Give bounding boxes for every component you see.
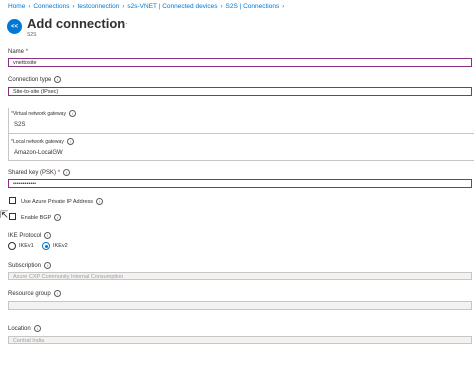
- connection-type-select[interactable]: Site-to-site (IPsec): [8, 87, 472, 96]
- info-icon[interactable]: i: [44, 232, 52, 239]
- chevron-right-icon: ›: [220, 4, 223, 10]
- info-icon[interactable]: i: [68, 110, 76, 117]
- shared-key-label: Shared key (PSK) * i: [8, 169, 71, 177]
- virtual-network-gateway-label-text: Virtual network gateway: [12, 110, 66, 117]
- virtual-network-gateway-label: *Virtual network gateway i: [11, 110, 76, 117]
- virtual-network-gateway-value[interactable]: S2S: [14, 122, 25, 128]
- gateway-group-border: [8, 108, 9, 160]
- info-icon[interactable]: i: [66, 138, 74, 145]
- enable-bgp-checkbox[interactable]: [9, 213, 16, 220]
- info-icon[interactable]: i: [33, 325, 41, 332]
- chevron-right-icon: ›: [28, 4, 31, 10]
- breadcrumb-connections[interactable]: Connections: [33, 3, 69, 10]
- info-icon[interactable]: i: [96, 198, 104, 205]
- breadcrumb-home[interactable]: Home: [8, 3, 25, 10]
- resource-group-label: Resource group i: [8, 290, 61, 297]
- ike-protocol-label-text: IKE Protocol: [8, 233, 42, 240]
- local-network-gateway-label: *Local network gateway i: [11, 138, 74, 145]
- breadcrumb: Home › Connections › testconnection › s2s-VNET…: [8, 3, 287, 10]
- ikev2-radio[interactable]: [42, 242, 50, 250]
- page-title: Add connection: [27, 16, 126, 31]
- ikev2-label: IKEv2: [53, 243, 68, 249]
- divider: [8, 133, 474, 134]
- breadcrumb-connected-devices[interactable]: s2s-VNET | Connected devices: [127, 3, 217, 10]
- location-label-text: Location: [8, 326, 31, 333]
- info-icon[interactable]: i: [63, 169, 71, 176]
- enable-bgp-label-text: Enable BGP: [21, 214, 52, 221]
- connection-icon-glyph: <<: [10, 23, 18, 30]
- connection-type-label: Connection type i: [8, 76, 62, 84]
- use-private-ip-label-text: Use Azure Private IP Address: [21, 198, 94, 205]
- required-marker: *: [25, 49, 29, 55]
- breadcrumb-testconnection[interactable]: testconnection: [77, 3, 119, 10]
- info-icon[interactable]: i: [44, 262, 52, 269]
- ike-protocol-label: IKE Protocol i: [8, 232, 52, 240]
- connection-icon: <<: [7, 19, 22, 34]
- shared-key-input[interactable]: ••••••••••••: [8, 179, 472, 188]
- page-subtitle: S2S: [27, 32, 37, 38]
- required-marker: *: [57, 170, 61, 177]
- ikev1-radio[interactable]: [8, 242, 16, 250]
- info-icon[interactable]: i: [54, 214, 62, 221]
- resource-group-label-text: Resource group: [8, 291, 51, 298]
- ikev1-label: IKEv1: [19, 243, 34, 249]
- enable-bgp-label: Enable BGP i: [21, 214, 62, 221]
- subscription-select[interactable]: Azure CXP Community Internal Consumption: [8, 272, 472, 280]
- resource-group-select[interactable]: [8, 301, 472, 310]
- divider: [8, 160, 474, 161]
- local-network-gateway-label-text: Local network gateway: [12, 138, 64, 145]
- use-private-ip-checkbox[interactable]: [9, 197, 16, 204]
- use-private-ip-label: Use Azure Private IP Address i: [21, 198, 104, 205]
- location-select[interactable]: Central India: [8, 336, 472, 344]
- shared-key-label-text: Shared key (PSK): [8, 170, 57, 177]
- mouse-cursor-icon: ⇱: [0, 210, 9, 221]
- more-options-icon[interactable]: ...: [119, 17, 129, 26]
- chevron-right-icon: ›: [282, 4, 285, 10]
- name-input[interactable]: vnettosite: [8, 58, 472, 67]
- info-icon[interactable]: i: [53, 290, 61, 297]
- name-label: Name *: [8, 49, 28, 55]
- local-network-gateway-value[interactable]: Amazon-LocalGW: [14, 150, 63, 156]
- subscription-label-text: Subscription: [8, 263, 42, 270]
- subscription-label: Subscription i: [8, 262, 52, 270]
- chevron-right-icon: ›: [122, 4, 125, 10]
- info-icon[interactable]: i: [54, 76, 62, 83]
- chevron-right-icon: ›: [72, 4, 75, 10]
- connection-type-label-text: Connection type: [8, 77, 52, 84]
- name-label-text: Name: [8, 49, 25, 55]
- location-label: Location i: [8, 325, 41, 332]
- breadcrumb-s2s-connections[interactable]: S2S | Connections: [226, 3, 280, 10]
